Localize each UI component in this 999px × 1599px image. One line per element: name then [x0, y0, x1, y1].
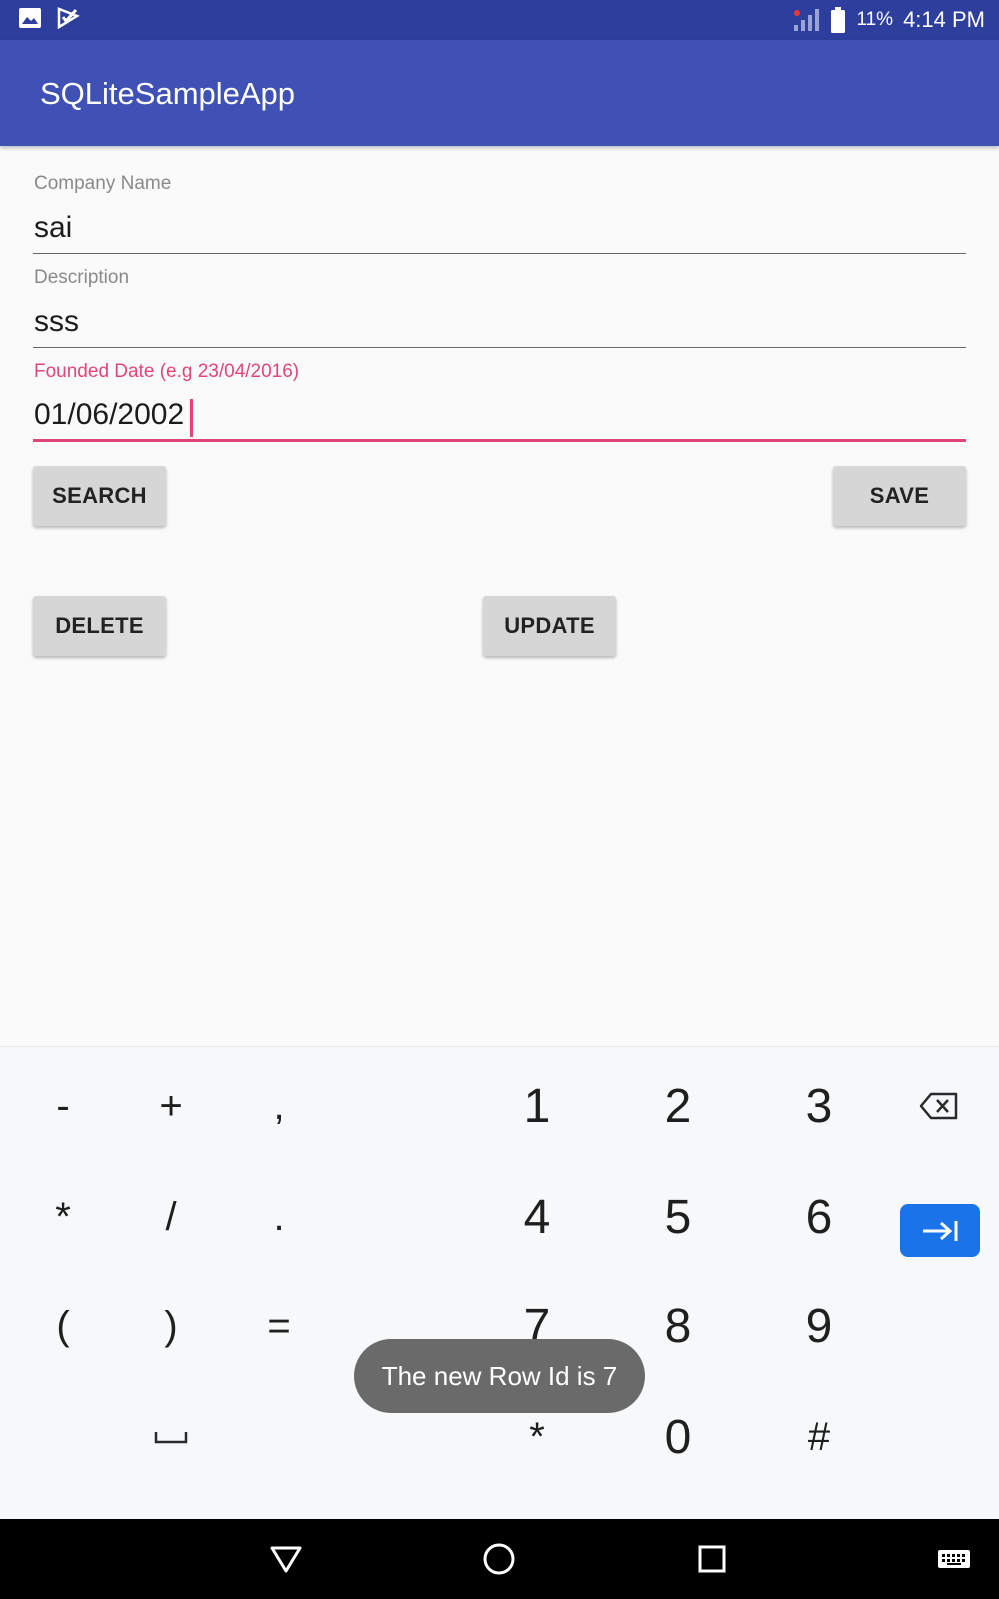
description-label: Description — [34, 267, 130, 288]
check-app-icon — [57, 7, 80, 30]
update-button[interactable]: UPDATE — [483, 596, 616, 656]
system-status: 11% 4:14 PM — [792, 0, 985, 40]
founded-date-field[interactable] — [33, 390, 966, 442]
key-slash[interactable]: / — [116, 1167, 226, 1267]
text-cursor — [190, 399, 193, 437]
key-open-paren[interactable]: ( — [8, 1276, 118, 1376]
numeric-keyboard: - + , 1 2 3 * / . 4 5 6 ( ) = 7 8 9 * 0 … — [0, 1046, 999, 1519]
key-equals[interactable]: = — [224, 1276, 334, 1376]
backspace-key[interactable] — [884, 1056, 994, 1156]
space-icon — [154, 1432, 188, 1444]
search-button[interactable]: SEARCH — [33, 466, 166, 526]
keyboard-icon — [938, 1550, 970, 1568]
delete-button[interactable]: DELETE — [33, 596, 166, 656]
app-bar: SQLiteSampleApp — [0, 40, 999, 146]
key-asterisk[interactable]: * — [8, 1167, 118, 1267]
keyboard-switch-button[interactable] — [932, 1537, 976, 1581]
home-icon — [483, 1543, 515, 1575]
signal-icon — [794, 9, 820, 31]
key-3[interactable]: 3 — [764, 1056, 874, 1156]
battery-percentage: 11% — [856, 9, 894, 30]
recents-button[interactable] — [690, 1537, 734, 1581]
key-close-paren[interactable]: ) — [116, 1276, 226, 1376]
key-0[interactable]: 0 — [623, 1387, 733, 1487]
status-bar: 11% 4:14 PM — [0, 0, 999, 40]
home-button[interactable] — [477, 1537, 521, 1581]
clock: 4:14 PM — [903, 7, 985, 32]
key-5[interactable]: 5 — [623, 1167, 733, 1267]
key-hash[interactable]: # — [764, 1387, 874, 1487]
key-4[interactable]: 4 — [482, 1167, 592, 1267]
key-plus[interactable]: + — [116, 1056, 226, 1156]
founded-date-label: Founded Date (e.g 23/04/2016) — [34, 361, 300, 382]
key-period[interactable]: . — [224, 1167, 334, 1267]
save-button[interactable]: SAVE — [833, 466, 966, 526]
key-minus[interactable]: - — [8, 1056, 118, 1156]
app-title: SQLiteSampleApp — [40, 76, 296, 111]
key-6[interactable]: 6 — [764, 1167, 874, 1267]
recents-icon — [698, 1545, 726, 1573]
toast-message: The new Row Id is 7 — [354, 1339, 645, 1413]
key-1[interactable]: 1 — [482, 1056, 592, 1156]
key-comma[interactable]: , — [224, 1056, 334, 1156]
battery-icon — [831, 7, 846, 33]
description-field[interactable] — [33, 296, 966, 348]
company-name-field[interactable] — [33, 202, 966, 254]
key-9[interactable]: 9 — [764, 1276, 874, 1376]
back-icon — [270, 1546, 302, 1573]
navigation-bar — [0, 1519, 999, 1599]
company-name-label: Company Name — [34, 173, 172, 194]
backspace-icon — [919, 1092, 958, 1120]
next-field-icon — [923, 1220, 958, 1241]
space-key[interactable] — [116, 1387, 226, 1487]
gallery-icon — [19, 8, 41, 28]
back-button[interactable] — [264, 1537, 308, 1581]
notification-icons — [18, 6, 80, 30]
key-2[interactable]: 2 — [623, 1056, 733, 1156]
next-field-key[interactable] — [900, 1204, 980, 1257]
